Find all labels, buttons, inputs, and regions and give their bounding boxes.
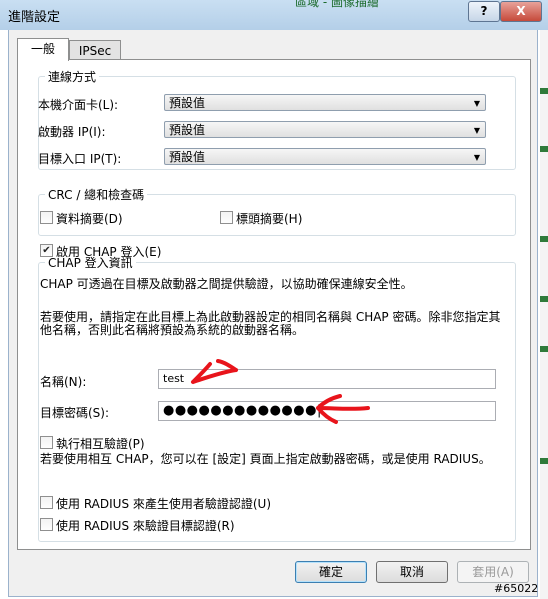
red-arrow-icon [191,359,238,384]
watermark-badge: #65022 [494,582,539,595]
red-arrow-icon [316,394,370,424]
annotation-overlay [191,359,370,424]
tab-general[interactable]: 一般 [17,38,69,61]
